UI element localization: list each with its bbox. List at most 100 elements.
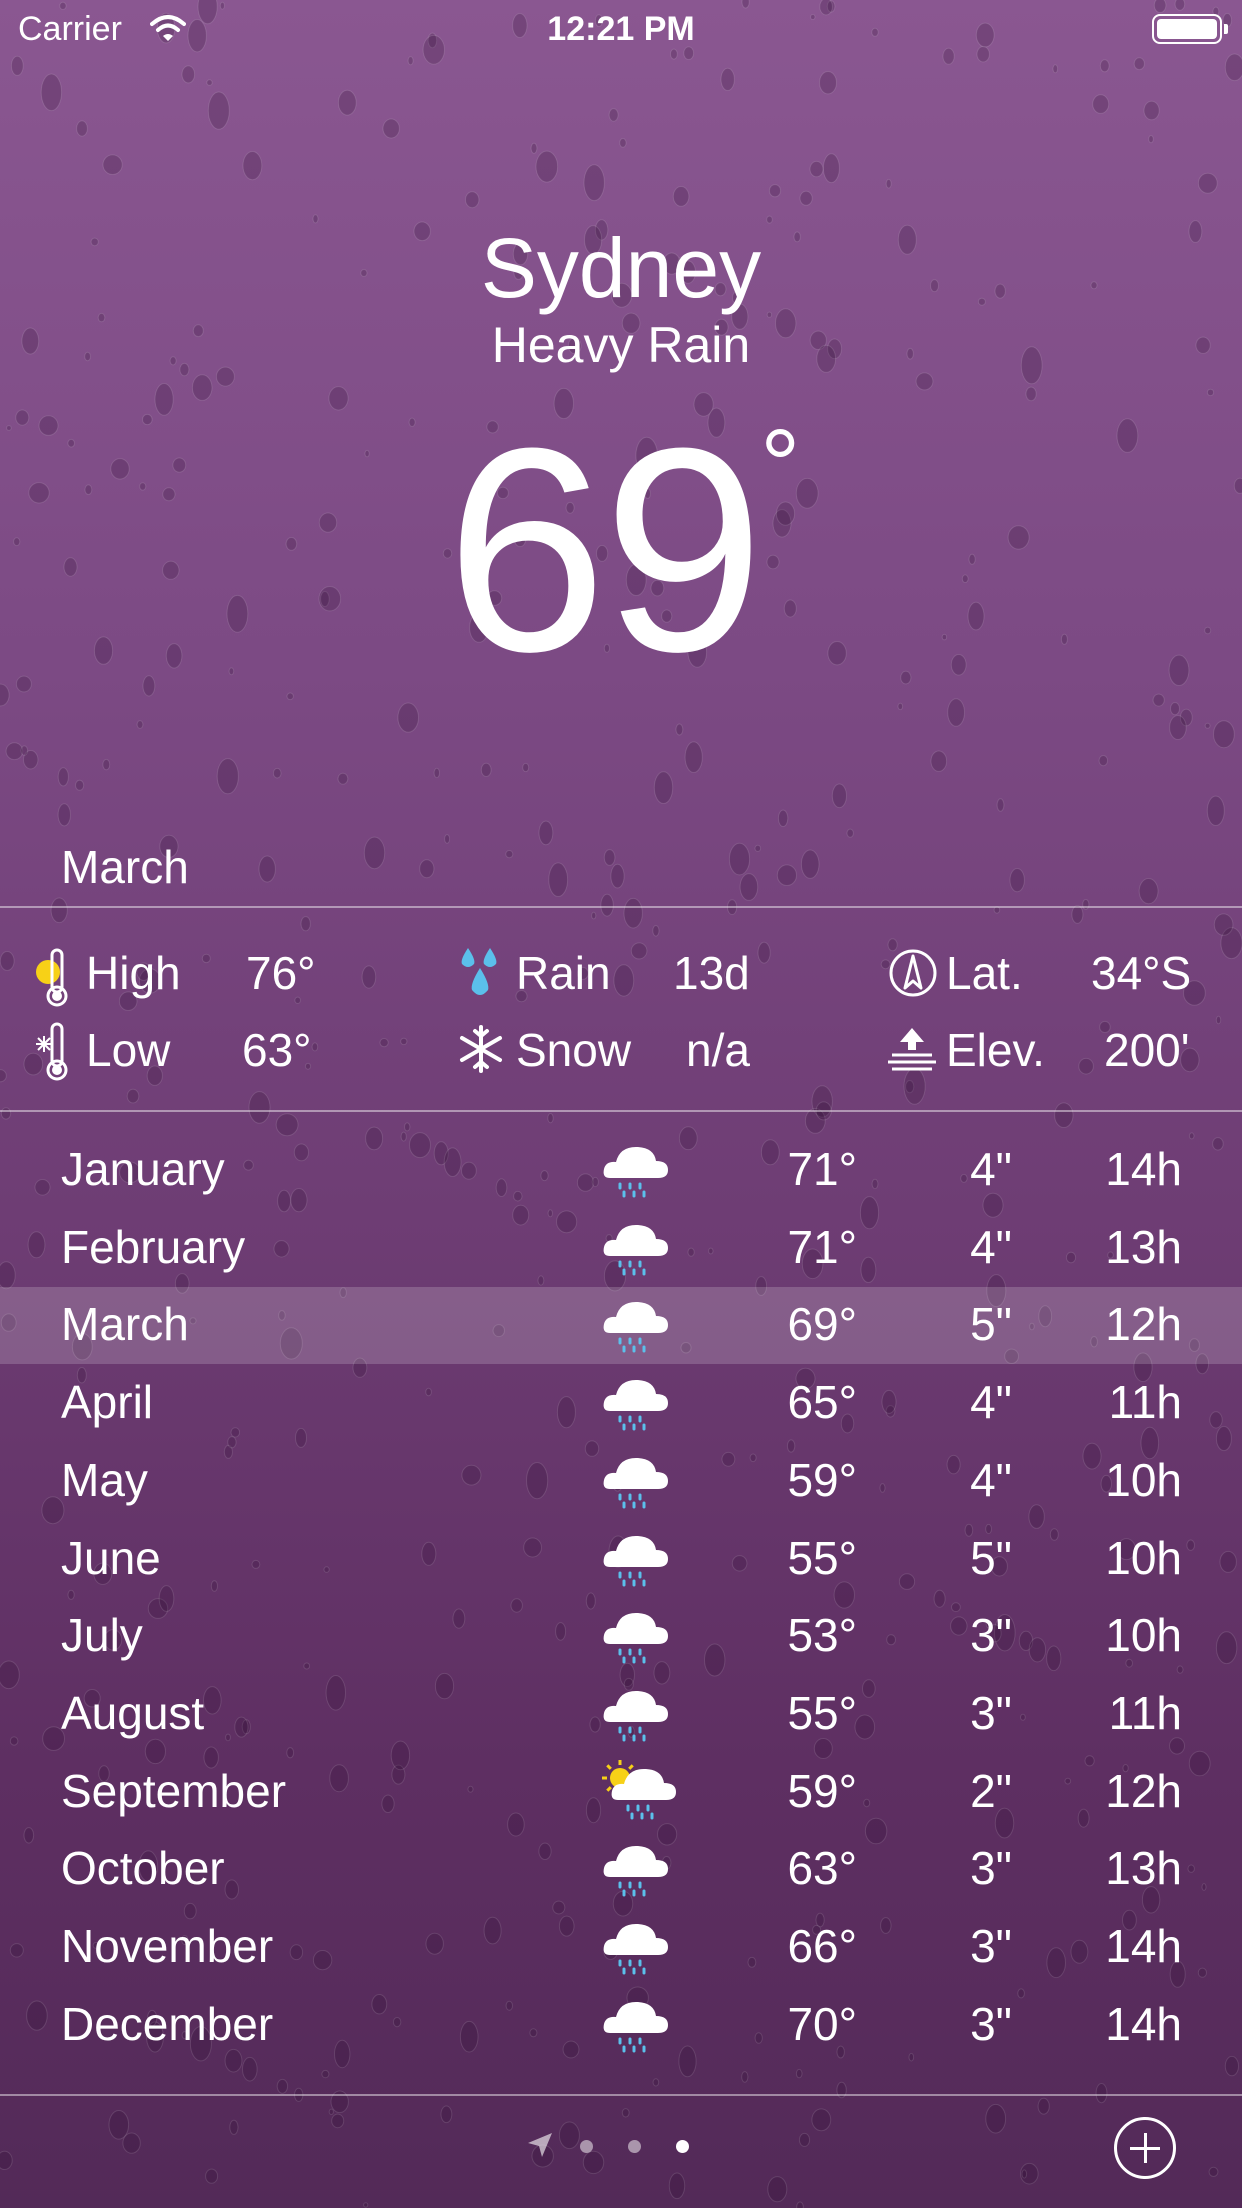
month-daylight-hours: 13h <box>1105 1842 1182 1895</box>
rain-cloud-icon <box>598 1134 678 1209</box>
rain-cloud-icon <box>598 1989 678 2064</box>
month-daylight-hours: 12h <box>1105 1764 1182 1817</box>
sun-rain-cloud-icon <box>598 1756 678 1831</box>
status-bar: Carrier 12:21 PM <box>0 0 1242 62</box>
thermometer-sun-icon <box>36 948 68 1007</box>
status-time: 12:21 PM <box>547 10 695 48</box>
month-rainfall: 3" <box>970 1997 1012 2050</box>
month-rainfall: 3" <box>970 1609 1012 1662</box>
month-row-november[interactable]: November 66° 3" 14h <box>0 1909 1242 1986</box>
month-name: October <box>61 1842 225 1895</box>
month-rainfall: 5" <box>970 1531 1012 1584</box>
month-name: November <box>61 1920 274 1972</box>
month-name: January <box>61 1143 225 1195</box>
thermometer-snow-icon <box>36 1022 68 1081</box>
rain-cloud-icon <box>598 1833 678 1908</box>
rain-cloud-icon <box>598 1523 678 1598</box>
rain-cloud-icon <box>598 1289 678 1364</box>
month-temperature: 70° <box>787 1997 857 2050</box>
month-rainfall: 2" <box>970 1764 1012 1817</box>
battery-icon <box>1152 14 1228 44</box>
month-row-december[interactable]: December 70° 3" 14h <box>0 1987 1242 2064</box>
month-rainfall: 4" <box>970 1453 1012 1506</box>
elevation-icon <box>888 1028 936 1071</box>
month-name: March <box>61 1298 189 1351</box>
month-temperature: 71° <box>787 1143 857 1195</box>
snowflake-icon <box>460 1025 502 1073</box>
divider <box>0 1110 1242 1112</box>
month-name: February <box>61 1220 246 1273</box>
month-daylight-hours: 10h <box>1105 1453 1182 1506</box>
temperature-value: 69 <box>445 388 765 712</box>
month-rainfall: 4" <box>970 1376 1012 1429</box>
page-indicator[interactable] <box>0 2125 1242 2165</box>
high-label: High <box>86 947 181 999</box>
month-name: August <box>61 1686 205 1739</box>
month-row-june[interactable]: June 55° 5" 10h <box>0 1521 1242 1598</box>
month-row-march[interactable]: March 69° 5" 12h <box>0 1287 1242 1365</box>
month-name: June <box>61 1531 161 1584</box>
month-daylight-hours: 13h <box>1105 1220 1182 1273</box>
month-daylight-hours: 11h <box>1108 1376 1182 1429</box>
degree-symbol: ° <box>760 409 800 521</box>
month-temperature: 59° <box>787 1453 857 1506</box>
high-value: 76° <box>246 947 316 999</box>
month-daylight-hours: 12h <box>1105 1298 1182 1351</box>
month-name: December <box>61 1997 274 2050</box>
page-dot[interactable] <box>580 2140 593 2153</box>
month-row-august[interactable]: August 55° 3" 11h <box>0 1676 1242 1753</box>
month-daylight-hours: 14h <box>1105 1143 1182 1195</box>
month-row-january[interactable]: January 71° 4" 14h <box>0 1132 1242 1209</box>
month-name: May <box>61 1453 148 1506</box>
month-temperature: 63° <box>787 1842 857 1895</box>
month-row-october[interactable]: October 63° 3" 13h <box>0 1831 1242 1908</box>
month-daylight-hours: 10h <box>1105 1609 1182 1662</box>
location-arrow-icon[interactable] <box>524 2129 556 2161</box>
divider <box>0 2094 1242 2096</box>
low-value: 63° <box>242 1024 312 1076</box>
weather-condition: Heavy Rain <box>491 317 751 373</box>
month-temperature: 66° <box>787 1920 857 1972</box>
month-rainfall: 3" <box>970 1842 1012 1895</box>
month-rainfall: 4" <box>970 1220 1012 1273</box>
month-row-april[interactable]: April 65° 4" 11h <box>0 1365 1242 1442</box>
latitude-label: Lat. <box>946 947 1023 999</box>
month-daylight-hours: 14h <box>1105 1920 1182 1972</box>
low-label: Low <box>86 1024 171 1076</box>
rain-value: 13d <box>673 947 750 999</box>
month-temperature: 59° <box>787 1764 857 1817</box>
divider <box>0 906 1242 908</box>
current-temperature: 69° <box>0 405 1242 695</box>
month-row-may[interactable]: May 59° 4" 10h <box>0 1443 1242 1520</box>
rain-cloud-icon <box>598 1367 678 1442</box>
page-dot[interactable] <box>628 2140 641 2153</box>
rain-cloud-icon <box>598 1445 678 1520</box>
month-temperature: 55° <box>787 1531 857 1584</box>
month-temperature: 55° <box>787 1686 857 1739</box>
month-daylight-hours: 14h <box>1105 1997 1182 2050</box>
latitude-value: 34°S <box>1091 947 1192 999</box>
rain-cloud-icon <box>598 1911 678 1986</box>
rain-cloud-icon <box>598 1212 678 1287</box>
selected-month-label: March <box>61 841 189 893</box>
snow-value: n/a <box>686 1024 750 1076</box>
rain-cloud-icon <box>598 1600 678 1675</box>
month-daylight-hours: 10h <box>1105 1531 1182 1584</box>
month-temperature: 65° <box>787 1376 857 1429</box>
month-row-february[interactable]: February 71° 4" 13h <box>0 1210 1242 1287</box>
compass-icon <box>889 949 937 997</box>
month-temperature: 69° <box>787 1298 857 1351</box>
month-row-september[interactable]: September 59° 2" 12h <box>0 1754 1242 1831</box>
month-rainfall: 5" <box>970 1298 1012 1351</box>
month-temperature: 71° <box>787 1220 857 1273</box>
month-rainfall: 3" <box>970 1686 1012 1739</box>
rain-drops-icon <box>461 948 497 995</box>
month-name: April <box>61 1376 154 1429</box>
month-daylight-hours: 11h <box>1108 1686 1182 1739</box>
city-name: Sydney <box>480 221 762 315</box>
elevation-value: 200' <box>1104 1024 1190 1076</box>
page-dot-current[interactable] <box>676 2140 689 2153</box>
month-row-july[interactable]: July 53° 3" 10h <box>0 1598 1242 1675</box>
month-name: September <box>61 1764 287 1817</box>
add-city-button[interactable] <box>1114 2117 1176 2179</box>
